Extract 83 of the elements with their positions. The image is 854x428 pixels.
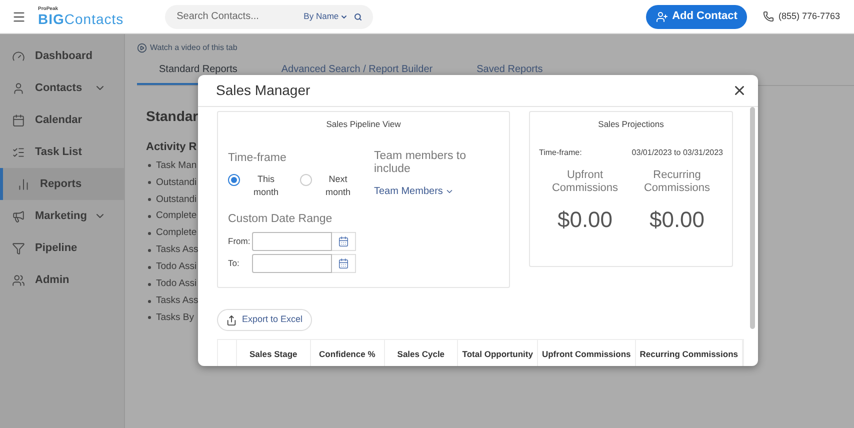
column-header: Sales Cycle <box>384 340 458 366</box>
report-link[interactable]: Tasks Ass <box>156 294 198 308</box>
bullet-icon <box>148 164 151 168</box>
bullet-icon <box>148 198 151 202</box>
radio-button[interactable] <box>228 174 240 186</box>
export-button[interactable]: Export to Excel <box>217 309 312 331</box>
bar-chart-icon <box>17 178 30 190</box>
gauge-icon <box>12 50 25 62</box>
bullet-icon <box>148 316 151 320</box>
team-members-dropdown[interactable]: Team Members <box>374 184 454 199</box>
column-header: Recurring Commissions <box>636 340 743 366</box>
play-icon[interactable] <box>137 43 147 53</box>
calendar-icon <box>338 258 349 270</box>
metric-value: $0.00 <box>649 206 705 234</box>
funnel-icon <box>12 242 25 254</box>
search-mode-dropdown[interactable]: By Name <box>304 10 348 23</box>
calendar-button[interactable] <box>332 254 356 274</box>
report-link[interactable]: Complete <box>156 209 197 224</box>
caret-icon <box>340 12 348 20</box>
report-link[interactable]: Task Man <box>156 158 197 174</box>
date-label: From: <box>228 235 252 248</box>
radio-label[interactable]: Next month <box>318 173 358 199</box>
video-link[interactable]: Watch a video of this tab <box>150 42 238 54</box>
phone-icon <box>763 11 774 22</box>
radio-label[interactable]: This month <box>246 173 286 199</box>
metric-label: Upfront Commissions <box>550 168 619 195</box>
checklist-icon <box>12 146 25 158</box>
search-icon[interactable] <box>354 12 362 20</box>
menu-icon[interactable] <box>12 10 26 24</box>
close-icon <box>732 83 747 98</box>
sidebar-item[interactable]: Pipeline <box>0 232 124 264</box>
sidebar-item[interactable]: Contacts <box>0 72 124 104</box>
phone-number: (855) 776-7763 <box>778 10 840 23</box>
metric-value: $0.00 <box>557 206 613 234</box>
calendar-icon <box>338 236 349 248</box>
export-icon <box>226 314 237 326</box>
calendar-icon <box>12 114 25 126</box>
sidebar-item[interactable]: Reports <box>0 168 124 200</box>
report-link[interactable]: Tasks By <box>156 310 194 326</box>
bullet-icon <box>148 232 151 235</box>
column-header: Total Opportunity <box>458 340 538 366</box>
search-field[interactable]: Search Contacts... By Name <box>164 4 373 28</box>
report-link[interactable]: Tasks Ass <box>156 243 198 258</box>
report-link[interactable]: Outstandi <box>156 192 197 207</box>
radio-button[interactable] <box>300 174 312 186</box>
scrollbar[interactable] <box>750 107 755 329</box>
calendar-button[interactable] <box>332 232 356 252</box>
sidebar-item[interactable]: Admin <box>0 264 124 296</box>
card-title: Sales Projections <box>597 118 665 131</box>
bullet-icon <box>148 282 151 286</box>
timeframe-label: Time-frame: <box>539 146 582 159</box>
sidebar-item[interactable]: Task List <box>0 136 124 168</box>
page-heading: Standar <box>146 107 198 126</box>
report-link[interactable]: Complete <box>156 226 197 241</box>
column-header: Upfront Commissions <box>538 340 636 366</box>
date-field[interactable] <box>252 232 332 252</box>
sidebar-item[interactable]: Marketing <box>0 200 124 232</box>
person-icon <box>12 82 25 94</box>
people-icon <box>12 274 25 286</box>
bullet-icon <box>148 248 151 252</box>
date-label: To: <box>228 257 240 270</box>
metric-label: Recurring Commissions <box>642 168 711 195</box>
timeframe-value: 03/01/2023 to 03/31/2023 <box>632 146 723 159</box>
bullet-icon <box>148 300 151 303</box>
sidebar-item[interactable]: Dashboard <box>0 40 124 72</box>
megaphone-icon <box>12 210 25 222</box>
column-header: Sales Stage <box>237 340 311 366</box>
report-link[interactable]: Todo Assi <box>156 260 197 274</box>
report-link[interactable]: Outstandi <box>156 176 197 190</box>
team-label: Team members to include <box>374 150 468 176</box>
add-person-icon <box>656 10 668 22</box>
bullet-icon <box>148 181 151 184</box>
bullet-icon <box>148 266 151 269</box>
custom-range-label: Custom Date Range <box>228 212 334 227</box>
report-link[interactable]: Todo Assi <box>156 277 197 292</box>
add-contact-button[interactable]: Add Contact <box>646 4 748 28</box>
date-field[interactable] <box>252 254 332 274</box>
sidebar-item[interactable]: Calendar <box>0 104 124 136</box>
bullet-icon <box>148 215 151 218</box>
card-title: Sales Pipeline View <box>325 118 402 131</box>
section-heading: Activity R <box>146 140 197 155</box>
column-header: Confidence % <box>310 340 385 366</box>
timeframe-label: Time-frame <box>228 150 288 166</box>
